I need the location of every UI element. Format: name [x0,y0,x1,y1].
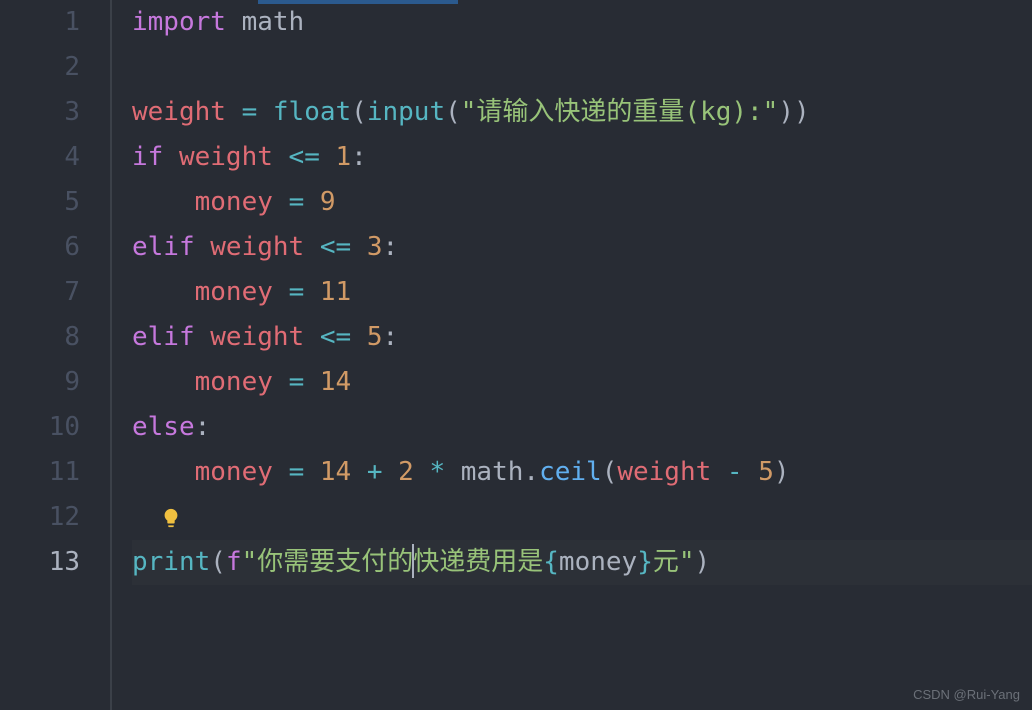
module-ref: math [461,457,524,487]
string-part: 快递费用是 [413,547,543,577]
line-number[interactable]: 11 [0,450,80,495]
operator: = [289,457,305,487]
code-line-8[interactable]: elif weight <= 5: [132,315,1032,360]
colon: : [351,142,367,172]
variable: money [195,277,273,307]
operator: <= [320,232,351,262]
code-line-3[interactable]: weight = float(input("请输入快递的重量(kg):")) [132,90,1032,135]
line-number[interactable]: 10 [0,405,80,450]
builtin-input: input [367,97,445,127]
line-number[interactable]: 7 [0,270,80,315]
line-number[interactable]: 1 [0,0,80,45]
paren: ( [445,97,461,127]
fstring-brace: { [543,547,559,577]
number: 11 [320,277,351,307]
text-cursor [412,544,414,578]
code-line-7[interactable]: money = 11 [132,270,1032,315]
code-line-13[interactable]: print(f"你需要支付的快递费用是{money}元") [132,540,1032,585]
variable: weight [210,322,304,352]
code-editor: 1 2 3 4 5 6 7 8 9 10 11 12 13 import mat… [0,0,1032,710]
code-line-6[interactable]: elif weight <= 3: [132,225,1032,270]
line-number[interactable]: 4 [0,135,80,180]
operator: = [289,187,305,217]
watermark: CSDN @Rui-Yang [913,687,1020,702]
line-number[interactable]: 2 [0,45,80,90]
colon: : [382,232,398,262]
code-line-12[interactable] [132,495,1032,540]
variable: weight [179,142,273,172]
number: 14 [320,457,351,487]
keyword-if: if [132,142,163,172]
line-number[interactable]: 5 [0,180,80,225]
fstring-var: money [559,547,637,577]
dot: . [523,457,539,487]
keyword-elif: elif [132,232,195,262]
code-line-1[interactable]: import math [132,0,1032,45]
fstring-brace: } [637,547,653,577]
code-line-5[interactable]: money = 9 [132,180,1032,225]
keyword-elif: elif [132,322,195,352]
code-line-11[interactable]: money = 14 + 2 * math.ceil(weight - 5) [132,450,1032,495]
number: 3 [367,232,383,262]
paren: ( [602,457,618,487]
variable: weight [132,97,226,127]
colon: : [195,412,211,442]
fstring-prefix: f [226,547,242,577]
number: 9 [320,187,336,217]
method-call: ceil [539,457,602,487]
number: 1 [336,142,352,172]
number: 14 [320,367,351,397]
variable: money [195,367,273,397]
variable: money [195,187,273,217]
line-number[interactable]: 8 [0,315,80,360]
line-number[interactable]: 6 [0,225,80,270]
number: 5 [758,457,774,487]
operator: = [289,367,305,397]
module-name: math [242,7,305,37]
variable: weight [210,232,304,262]
builtin-print: print [132,547,210,577]
paren: ( [210,547,226,577]
string-part: "你需要支付的 [242,547,414,577]
paren: ) [774,457,790,487]
number: 5 [367,322,383,352]
colon: : [382,322,398,352]
lightbulb-icon[interactable] [160,507,182,529]
operator: = [289,277,305,307]
paren: ( [351,97,367,127]
operator: - [727,457,743,487]
operator: <= [320,322,351,352]
operator: <= [289,142,320,172]
code-line-4[interactable]: if weight <= 1: [132,135,1032,180]
code-line-9[interactable]: money = 14 [132,360,1032,405]
line-number[interactable]: 3 [0,90,80,135]
line-number[interactable]: 9 [0,360,80,405]
line-number[interactable]: 13 [0,540,80,585]
operator: = [242,97,258,127]
code-line-10[interactable]: else: [132,405,1032,450]
operator: + [367,457,383,487]
code-area[interactable]: import math weight = float(input("请输入快递的… [112,0,1032,710]
line-number[interactable]: 12 [0,495,80,540]
keyword-else: else [132,412,195,442]
number: 2 [398,457,414,487]
keyword-import: import [132,7,226,37]
variable: money [195,457,273,487]
paren: ) [695,547,711,577]
variable: weight [617,457,711,487]
line-number-gutter: 1 2 3 4 5 6 7 8 9 10 11 12 13 [0,0,110,710]
string-literal: "请输入快递的重量(kg):" [461,97,779,127]
builtin-float: float [273,97,351,127]
string-part: 元" [653,547,695,577]
paren: )) [778,97,809,127]
code-line-2[interactable] [132,45,1032,90]
operator: * [429,457,445,487]
